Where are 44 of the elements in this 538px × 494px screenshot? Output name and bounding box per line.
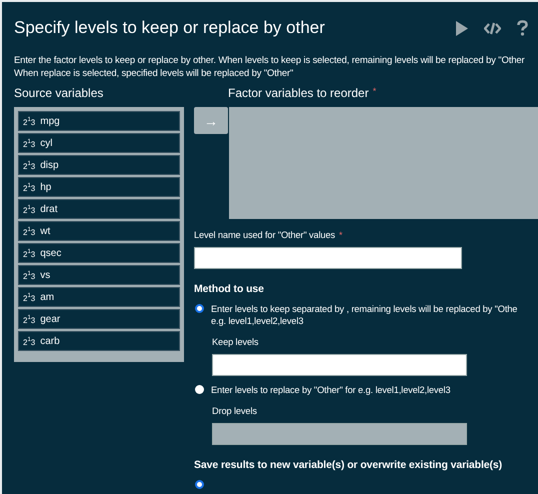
variable-name[interactable]: wt	[40, 226, 50, 236]
levels-field[interactable]	[212, 354, 467, 376]
description-text: Enter the factor levels to keep or replace by other. When levels to keep is selected, remaining levels will be replaced by "Other	[14, 54, 526, 67]
other-name-field[interactable]	[194, 247, 462, 269]
numeric-type-mark: 2$^{1}$3	[23, 182, 36, 192]
numeric-type-mark: 2$^{1}$3	[23, 138, 36, 148]
numeric-type-mark: 2$^{1}$3	[23, 116, 36, 126]
source-label: Source variables	[14, 86, 104, 102]
field-label: Level name used for "Other" values	[194, 230, 336, 240]
option-label: Enter levels to replace by "Other" for e.g. level1,level2,level3	[211, 384, 450, 396]
help-icon[interactable]	[517, 20, 528, 36]
section-heading: Save results to new variable(s) or overwrite existing variable(s)	[194, 459, 504, 471]
radio-button[interactable]	[195, 480, 204, 489]
section-heading: Method to use	[194, 283, 265, 295]
variable-name[interactable]: gear	[40, 314, 60, 324]
variable-name[interactable]: vs	[40, 270, 50, 280]
numeric-type-mark: 2$^{1}$3	[23, 336, 36, 346]
variable-name[interactable]: mpg	[40, 116, 60, 126]
option-hint: e.g. level1,level2,level3	[211, 315, 304, 327]
numeric-type-mark: 2$^{1}$3	[23, 204, 36, 214]
description-text: When replace is selected, specified levels will be replaced by "Other"	[14, 67, 294, 80]
required-asterisk: *	[372, 86, 376, 96]
field-label: Drop levels	[212, 405, 258, 417]
variable-name[interactable]: cyl	[40, 138, 52, 148]
dialog-title: Specify levels to keep or replace by other	[14, 18, 326, 38]
code-icon[interactable]	[484, 22, 501, 34]
numeric-type-mark: 2$^{1}$3	[23, 248, 36, 258]
variable-name[interactable]: drat	[40, 204, 58, 214]
numeric-type-mark: 2$^{1}$3	[23, 226, 36, 236]
variable-name[interactable]: disp	[40, 160, 59, 170]
variable-name[interactable]: am	[40, 292, 54, 302]
numeric-type-mark: 2$^{1}$3	[23, 314, 36, 324]
run-icon[interactable]	[456, 20, 468, 36]
numeric-type-mark: 2$^{1}$3	[23, 270, 36, 280]
field-label: Keep levels	[212, 336, 260, 348]
numeric-type-mark: 2$^{1}$3	[23, 160, 36, 170]
variable-name[interactable]: hp	[40, 182, 52, 192]
variable-name[interactable]: carb	[40, 336, 60, 346]
variable-name[interactable]: qsec	[40, 248, 62, 258]
option-label: Enter levels to keep separated by , remaining levels will be replaced by "Othe	[211, 303, 518, 315]
required-asterisk: *	[339, 230, 342, 240]
radio-button[interactable]	[195, 304, 204, 313]
target-label: Factor variables to reorder	[228, 86, 369, 100]
numeric-type-mark: 2$^{1}$3	[23, 292, 36, 302]
